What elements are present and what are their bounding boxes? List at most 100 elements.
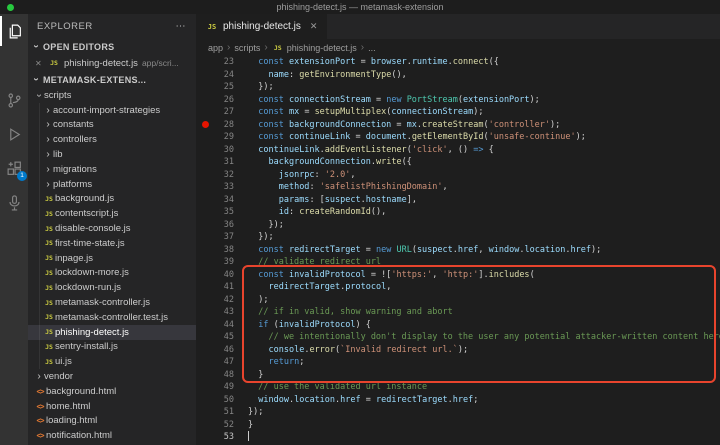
- tree-item-metamask-controller.test.js[interactable]: JSmetamask-controller.test.js: [28, 310, 196, 325]
- code-line-48[interactable]: 48 }: [196, 369, 720, 382]
- line-number[interactable]: 50: [196, 394, 234, 407]
- code-line-41[interactable]: 41 redirectTarget.protocol,: [196, 281, 720, 294]
- tree-item-vendor[interactable]: ›vendor: [28, 369, 196, 384]
- project-header[interactable]: › METAMASK-EXTENS...: [28, 71, 196, 88]
- code-line-43[interactable]: 43 // if in valid, show warning and abor…: [196, 306, 720, 319]
- code-line-51[interactable]: 51});: [196, 406, 720, 419]
- code-line-23[interactable]: 23 const extensionPort = browser.runtime…: [196, 56, 720, 69]
- code-line-40[interactable]: 40 const invalidProtocol = !['https:', '…: [196, 269, 720, 282]
- tree-item-phishing-detect.js[interactable]: JSphishing-detect.js: [28, 325, 196, 340]
- code-line-45[interactable]: 45 // we intentionally don't display to …: [196, 331, 720, 344]
- line-number[interactable]: 41: [196, 281, 234, 294]
- more-actions-icon[interactable]: ⋯: [176, 21, 187, 32]
- tree-item-loading.html[interactable]: <>loading.html: [28, 414, 196, 429]
- source-control-icon[interactable]: [0, 85, 28, 115]
- tree-item-ui.js[interactable]: JSui.js: [28, 354, 196, 369]
- tree-item-inpage.js[interactable]: JSinpage.js: [28, 251, 196, 266]
- code-line-28[interactable]: 28 const backgroundConnection = mx.creat…: [196, 119, 720, 132]
- code-line-39[interactable]: 39 // validate redirect url: [196, 256, 720, 269]
- tree-item-lib[interactable]: ›lib: [28, 147, 196, 162]
- tree-item-background.html[interactable]: <>background.html: [28, 384, 196, 399]
- code-line-47[interactable]: 47 return;: [196, 356, 720, 369]
- line-number[interactable]: 47: [196, 356, 234, 369]
- line-number[interactable]: 48: [196, 369, 234, 382]
- tab-phishing-detect[interactable]: JS phishing-detect.js ✕: [196, 14, 327, 39]
- breadcrumb-item[interactable]: app: [208, 43, 223, 53]
- line-number[interactable]: 25: [196, 81, 234, 94]
- line-number[interactable]: 24: [196, 69, 234, 82]
- line-number[interactable]: 35: [196, 206, 234, 219]
- tree-item-background.js[interactable]: JSbackground.js: [28, 192, 196, 207]
- code-line-29[interactable]: 29 const continueLink = document.getElem…: [196, 131, 720, 144]
- tree-item-scripts[interactable]: ›scripts: [28, 88, 196, 103]
- explorer-icon[interactable]: [0, 16, 28, 46]
- extensions-icon[interactable]: 1: [0, 153, 28, 183]
- line-number[interactable]: 31: [196, 156, 234, 169]
- open-editor-item[interactable]: ✕JSphishing-detect.jsapp/scri...: [28, 55, 196, 71]
- breadcrumb-item[interactable]: ...: [368, 43, 376, 53]
- line-number[interactable]: 39: [196, 256, 234, 269]
- line-number[interactable]: 46: [196, 344, 234, 357]
- code-line-37[interactable]: 37 });: [196, 231, 720, 244]
- line-number[interactable]: 37: [196, 231, 234, 244]
- tree-item-notification.html[interactable]: <>notification.html: [28, 428, 196, 443]
- code-line-35[interactable]: 35 id: createRandomId(),: [196, 206, 720, 219]
- tree-item-lockdown-run.js[interactable]: JSlockdown-run.js: [28, 280, 196, 295]
- code-line-38[interactable]: 38 const redirectTarget = new URL(suspec…: [196, 244, 720, 257]
- code-line-27[interactable]: 27 const mx = setupMultiplex(connectionS…: [196, 106, 720, 119]
- code-line-26[interactable]: 26 const connectionStream = new PortStre…: [196, 94, 720, 107]
- line-number[interactable]: 44: [196, 319, 234, 332]
- code-line-30[interactable]: 30 continueLink.addEventListener('click'…: [196, 144, 720, 157]
- window-control-icon[interactable]: [7, 4, 14, 11]
- code-line-49[interactable]: 49 // use the validated url instance: [196, 381, 720, 394]
- line-number[interactable]: 33: [196, 181, 234, 194]
- open-editors-header[interactable]: › OPEN EDITORS: [28, 38, 196, 55]
- line-number[interactable]: 49: [196, 381, 234, 394]
- tree-item-lockdown-more.js[interactable]: JSlockdown-more.js: [28, 266, 196, 281]
- tree-item-metamask-controller.js[interactable]: JSmetamask-controller.js: [28, 295, 196, 310]
- run-debug-icon[interactable]: [0, 119, 28, 149]
- tree-item-migrations[interactable]: ›migrations: [28, 162, 196, 177]
- code-editor[interactable]: 23 const extensionPort = browser.runtime…: [196, 56, 720, 445]
- code-line-24[interactable]: 24 name: getEnvironmentType(),: [196, 69, 720, 82]
- line-number[interactable]: 52: [196, 419, 234, 432]
- line-number[interactable]: 34: [196, 194, 234, 207]
- close-icon[interactable]: ✕: [35, 59, 44, 68]
- line-number[interactable]: 32: [196, 169, 234, 182]
- tree-item-disable-console.js[interactable]: JSdisable-console.js: [28, 221, 196, 236]
- code-line-31[interactable]: 31 backgroundConnection.write({: [196, 156, 720, 169]
- breadcrumb-item[interactable]: JSphishing-detect.js: [272, 43, 357, 53]
- line-number[interactable]: 38: [196, 244, 234, 257]
- code-line-32[interactable]: 32 jsonrpc: '2.0',: [196, 169, 720, 182]
- breadcrumb-item[interactable]: scripts: [234, 43, 260, 53]
- tree-item-sentry-install.js[interactable]: JSsentry-install.js: [28, 340, 196, 355]
- line-number[interactable]: 26: [196, 94, 234, 107]
- code-line-50[interactable]: 50 window.location.href = redirectTarget…: [196, 394, 720, 407]
- line-number[interactable]: 28: [196, 119, 234, 132]
- code-line-36[interactable]: 36 });: [196, 219, 720, 232]
- microphone-icon[interactable]: [0, 187, 28, 217]
- code-line-33[interactable]: 33 method: 'safelistPhishingDomain',: [196, 181, 720, 194]
- line-number[interactable]: 29: [196, 131, 234, 144]
- code-line-52[interactable]: 52}: [196, 419, 720, 432]
- code-line-25[interactable]: 25 });: [196, 81, 720, 94]
- tree-item-constants[interactable]: ›constants: [28, 118, 196, 133]
- code-line-42[interactable]: 42 );: [196, 294, 720, 307]
- line-number[interactable]: 42: [196, 294, 234, 307]
- tree-item-account-import-strategies[interactable]: ›account-import-strategies: [28, 103, 196, 118]
- tree-item-first-time-state.js[interactable]: JSfirst-time-state.js: [28, 236, 196, 251]
- line-number[interactable]: 51: [196, 406, 234, 419]
- line-number[interactable]: 27: [196, 106, 234, 119]
- tree-item-contentscript.js[interactable]: JScontentscript.js: [28, 206, 196, 221]
- code-line-53[interactable]: 53: [196, 431, 720, 444]
- line-number[interactable]: 45: [196, 331, 234, 344]
- code-line-34[interactable]: 34 params: [suspect.hostname],: [196, 194, 720, 207]
- code-line-46[interactable]: 46 console.error(`Invalid redirect url.`…: [196, 344, 720, 357]
- close-icon[interactable]: ✕: [310, 21, 318, 32]
- line-number[interactable]: 53: [196, 431, 234, 444]
- tree-item-controllers[interactable]: ›controllers: [28, 132, 196, 147]
- line-number[interactable]: 40: [196, 269, 234, 282]
- line-number[interactable]: 23: [196, 56, 234, 69]
- code-line-44[interactable]: 44 if (invalidProtocol) {: [196, 319, 720, 332]
- tree-item-platforms[interactable]: ›platforms: [28, 177, 196, 192]
